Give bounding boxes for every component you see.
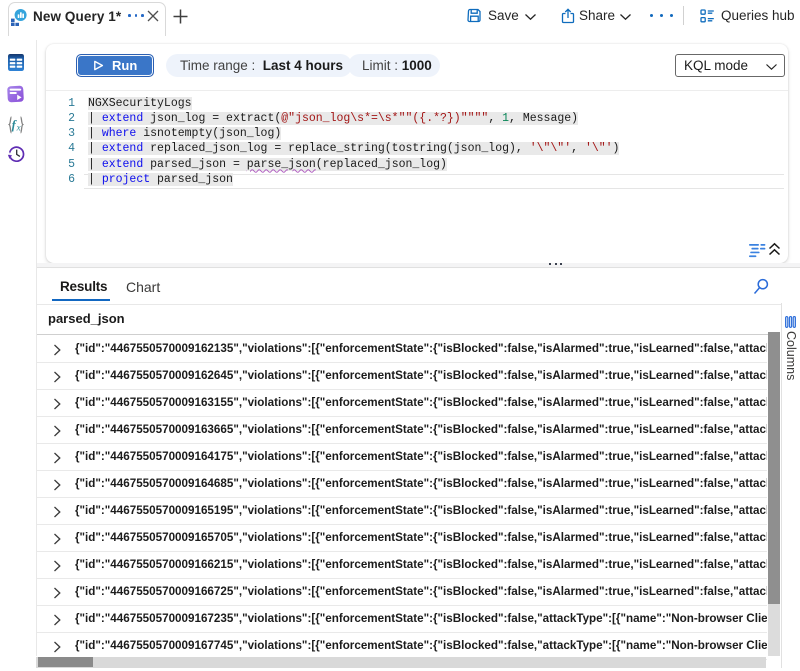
svg-text:x: x: [15, 123, 20, 133]
